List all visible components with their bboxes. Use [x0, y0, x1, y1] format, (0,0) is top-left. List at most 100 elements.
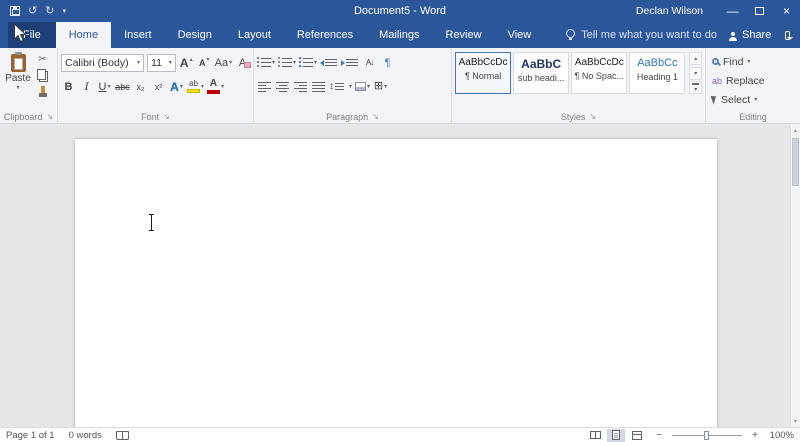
zoom-slider[interactable] [672, 435, 742, 436]
style-name: sub headi... [518, 73, 565, 83]
scroll-up-icon[interactable]: ▴ [791, 125, 800, 135]
styles-gallery-more-button[interactable]: ▾ [689, 81, 702, 94]
superscript-button[interactable]: x² [151, 78, 166, 96]
numbering-button[interactable]: ▾ [278, 54, 296, 72]
customize-qat-icon[interactable]: ▾ [62, 7, 66, 15]
tab-file[interactable]: File [8, 22, 56, 48]
comments-icon[interactable] [785, 31, 790, 40]
styles-scroll-down-button[interactable]: ▾ [689, 67, 702, 80]
word-count[interactable]: 0 words [69, 430, 102, 441]
style-normal[interactable]: AaBbCcDc ¶ Normal [455, 52, 511, 94]
read-mode-button[interactable] [586, 429, 604, 442]
line-spacing-button[interactable]: ↕▾ [329, 78, 352, 96]
close-button[interactable]: × [773, 0, 800, 22]
styles-dialog-launcher-icon[interactable]: ↘ [589, 113, 596, 121]
strikethrough-button[interactable]: abc [115, 78, 130, 96]
styles-scroll-up-button[interactable]: ▴ [689, 52, 702, 65]
align-center-button[interactable] [275, 78, 290, 96]
decrease-indent-button[interactable] [320, 54, 338, 72]
align-left-button[interactable] [257, 78, 272, 96]
zoom-in-button[interactable]: + [750, 430, 760, 441]
font-name-select[interactable]: Calibri (Body)▾ [61, 54, 144, 72]
bullets-button[interactable]: ▾ [257, 54, 275, 72]
borders-button[interactable]: ⊞▾ [373, 78, 388, 96]
page-indicator[interactable]: Page 1 of 1 [6, 430, 55, 441]
tab-home[interactable]: Home [56, 22, 111, 48]
zoom-level[interactable]: 100% [768, 430, 794, 441]
tab-view[interactable]: View [495, 22, 545, 48]
lightbulb-icon [566, 29, 575, 38]
italic-button[interactable]: I [79, 78, 94, 96]
share-button[interactable]: Share [717, 22, 783, 48]
minimize-button[interactable]: — [719, 0, 746, 22]
zoom-slider-thumb[interactable] [704, 431, 709, 440]
change-case-button[interactable]: Aa▾ [215, 54, 232, 72]
tab-review[interactable]: Review [433, 22, 495, 48]
font-color-button[interactable]: A▾ [207, 78, 224, 96]
sort-button[interactable]: A↓ [362, 54, 377, 72]
tab-layout[interactable]: Layout [225, 22, 284, 48]
increase-indent-icon [341, 60, 345, 66]
tab-insert[interactable]: Insert [111, 22, 165, 48]
show-formatting-marks-button[interactable]: ¶ [380, 54, 395, 72]
chevron-down-icon: ▾ [107, 84, 110, 90]
align-left-icon [258, 82, 271, 92]
style-no-spacing[interactable]: AaBbCcDc ¶ No Spac... [571, 52, 627, 94]
highlight-color-button[interactable]: ab▾ [187, 78, 204, 96]
align-right-button[interactable] [293, 78, 308, 96]
bold-button[interactable]: B [61, 78, 76, 96]
maximize-button[interactable] [746, 0, 773, 22]
shading-button[interactable]: ▾ [355, 78, 370, 96]
pilcrow-icon: ¶ [385, 57, 391, 69]
zoom-out-button[interactable]: − [654, 430, 664, 441]
align-center-icon [276, 82, 289, 92]
chevron-down-icon: ▾ [137, 60, 140, 66]
scroll-down-icon[interactable]: ▾ [791, 416, 800, 426]
select-button[interactable]: Select ▾ [709, 91, 797, 108]
font-dialog-launcher-icon[interactable]: ↘ [163, 113, 170, 121]
multilevel-list-button[interactable]: ▾ [299, 54, 317, 72]
style-name: ¶ No Spac... [575, 71, 624, 81]
scrollbar-thumb[interactable] [792, 138, 799, 186]
align-right-icon [294, 82, 307, 92]
proofing-icon[interactable] [116, 431, 129, 440]
vertical-scrollbar[interactable]: ▴ ▾ [790, 124, 800, 427]
justify-button[interactable] [311, 78, 326, 96]
paragraph-dialog-launcher-icon[interactable]: ↘ [372, 113, 379, 121]
undo-icon[interactable]: ↺ [28, 6, 37, 17]
clipboard-dialog-launcher-icon[interactable]: ↘ [46, 113, 53, 121]
paste-button[interactable]: Paste ▾ [3, 52, 33, 99]
style-heading-1[interactable]: AaBbCc Heading 1 [629, 52, 685, 94]
format-painter-button[interactable] [35, 84, 50, 99]
increase-indent-button[interactable] [341, 54, 359, 72]
replace-button[interactable]: ab Replace [709, 72, 797, 89]
clear-formatting-button[interactable]: A [235, 54, 250, 72]
tab-references[interactable]: References [284, 22, 366, 48]
save-icon[interactable] [10, 6, 20, 16]
grow-font-button[interactable]: A▴ [179, 54, 194, 72]
cut-button[interactable]: ✂ [35, 52, 50, 67]
find-button[interactable]: Find ▾ [709, 53, 797, 70]
style-sub-heading[interactable]: AaBbC sub headi... [513, 52, 569, 94]
underline-button[interactable]: U▾ [97, 78, 112, 96]
copy-button[interactable] [35, 68, 50, 83]
tab-mailings[interactable]: Mailings [366, 22, 432, 48]
document-page[interactable] [75, 139, 717, 427]
tell-me-box[interactable]: Tell me what you want to do [566, 22, 717, 48]
subscript-button[interactable]: x₂ [133, 78, 148, 96]
print-layout-button[interactable] [607, 429, 625, 442]
text-effects-button[interactable]: A▾ [169, 78, 184, 96]
style-preview: AaBbCc [637, 58, 677, 69]
editing-group: Find ▾ ab Replace Select ▾ Editing [706, 48, 800, 123]
tab-design[interactable]: Design [165, 22, 225, 48]
font-size-select[interactable]: 11▾ [147, 54, 176, 72]
multilevel-list-icon [299, 58, 313, 67]
chevron-down-icon: ▾ [16, 85, 19, 91]
signed-in-user[interactable]: Declan Wilson [636, 5, 703, 17]
web-layout-button[interactable] [628, 429, 646, 442]
shrink-font-button[interactable]: A▾ [197, 54, 212, 72]
borders-icon: ⊞ [374, 81, 383, 92]
redo-icon[interactable]: ↻ [45, 6, 54, 17]
line-spacing-icon: ↕ [329, 81, 334, 92]
print-layout-icon [612, 430, 620, 440]
